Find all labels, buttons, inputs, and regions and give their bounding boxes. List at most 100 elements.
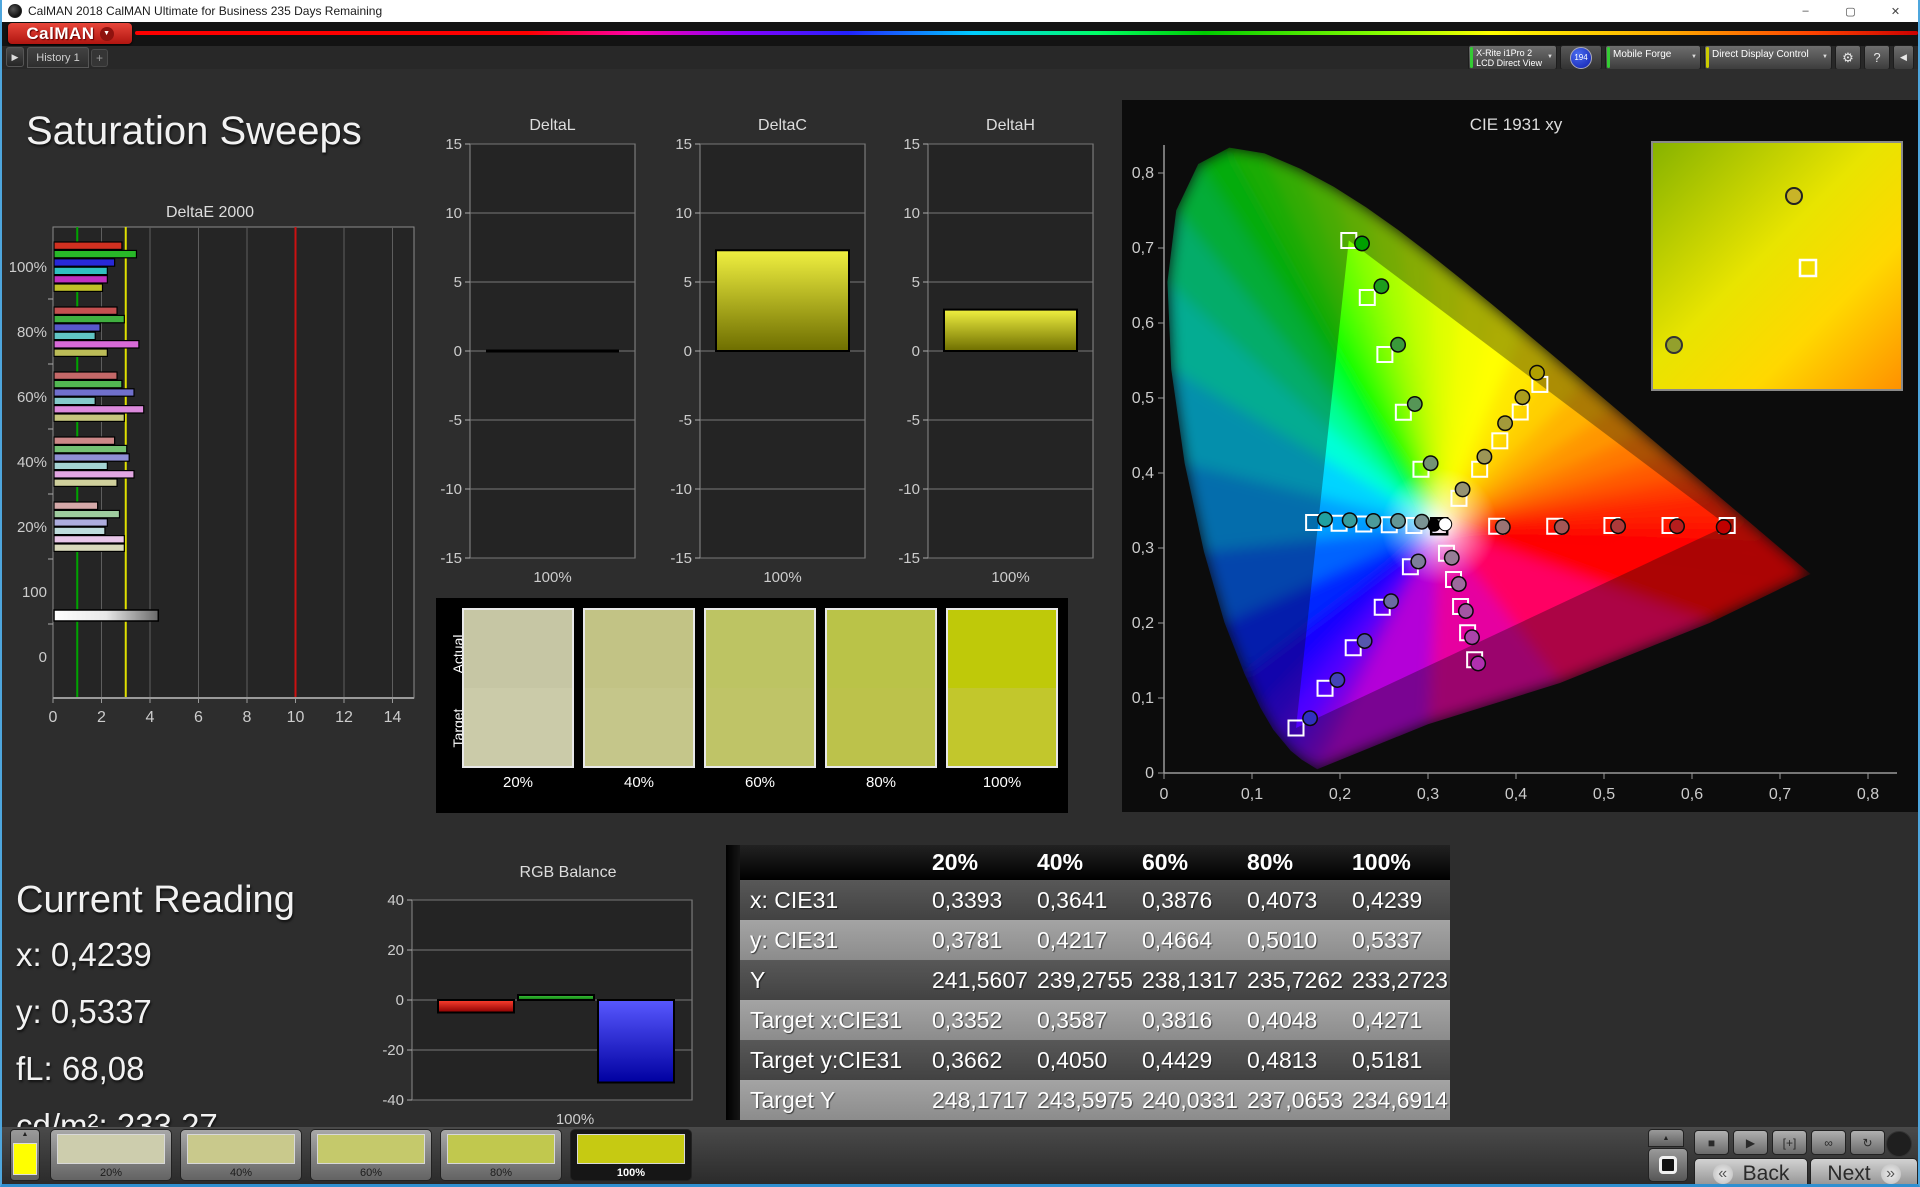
row-label: x: CIE31 — [750, 886, 839, 913]
table-value: 0,4813 — [1247, 1046, 1318, 1073]
collapse-panel-button[interactable]: ◀ — [1893, 45, 1914, 70]
palette-label: 40% — [229, 1167, 253, 1179]
help-button[interactable]: ? — [1864, 45, 1890, 70]
table-value: 235,7262 — [1247, 966, 1343, 993]
current-patch-widget[interactable]: ▲ — [10, 1129, 40, 1181]
svg-text:-20: -20 — [382, 1042, 404, 1059]
swatch-column-20%: 20% — [462, 608, 574, 791]
source-button[interactable]: Mobile Forge ▼ — [1605, 45, 1701, 70]
svg-text:100%: 100% — [991, 569, 1029, 586]
svg-text:15: 15 — [675, 136, 692, 153]
meter-button[interactable]: X-Rite i1Pro 2 LCD Direct View ▼ — [1468, 45, 1557, 70]
refresh-button[interactable]: ↻ — [1850, 1130, 1885, 1155]
table-value: 234,6914 — [1352, 1086, 1448, 1113]
swatch-label: 60% — [744, 774, 776, 791]
svg-text:0,1: 0,1 — [1132, 690, 1154, 707]
meter-line2: LCD Direct View — [1476, 57, 1542, 68]
svg-text:0,3: 0,3 — [1417, 786, 1439, 803]
minimize-button[interactable]: – — [1783, 0, 1828, 22]
measurement-table: 20% 40% 60% 80% 100% x: CIE31 0,3393 0,3641 0,38… — [726, 845, 1450, 1120]
loop-button[interactable]: ∞ — [1811, 1130, 1846, 1155]
palette-swatch — [187, 1134, 295, 1164]
svg-text:0: 0 — [1145, 765, 1154, 782]
svg-text:8: 8 — [243, 709, 252, 726]
actual-swatch — [706, 610, 814, 688]
tab-scroll-button[interactable]: ▶ — [6, 47, 24, 67]
swatch-column-100%: 100% — [946, 608, 1058, 791]
row-label: Y — [750, 966, 766, 993]
actual-swatch — [464, 610, 572, 688]
table-value: 0,5337 — [1352, 926, 1423, 953]
next-button[interactable]: Next » — [1810, 1158, 1918, 1184]
add-tab-button[interactable]: + — [91, 49, 108, 67]
stop-measure-button[interactable] — [1648, 1148, 1688, 1182]
settings-gear-icon[interactable]: ⚙ — [1835, 45, 1861, 70]
svg-text:0: 0 — [396, 992, 404, 1009]
svg-text:RGB Balance: RGB Balance — [520, 864, 617, 881]
table-row: x: CIE31 0,3393 0,3641 0,3876 0,4073 0,4239 — [726, 880, 1450, 920]
nav-expand-button[interactable]: ▲ — [1648, 1129, 1684, 1147]
row-label: Target Y — [750, 1086, 836, 1113]
row-label: y: CIE31 — [750, 926, 839, 953]
svg-text:0,4: 0,4 — [1132, 465, 1154, 482]
deltal-chart: DeltaL 15 10 5 0 -5 -10 -15 100% — [440, 117, 636, 586]
svg-text:-5: -5 — [449, 412, 462, 429]
swatch-label: 40% — [623, 774, 655, 791]
actual-target-swatch-panel: Actual Target 20% 40% 60% 80% 100% — [436, 598, 1068, 813]
rgb-balance-chart: RGB Balance 40 20 0 -20 -40 100% — [382, 864, 693, 1128]
current-patch-swatch — [13, 1143, 37, 1175]
table-value: 0,4239 — [1352, 886, 1423, 913]
play-button[interactable]: ▶ — [1733, 1130, 1768, 1155]
palette-button-80%[interactable]: 80% — [440, 1129, 562, 1181]
table-value: 0,4664 — [1142, 926, 1213, 953]
profile-badge: 194 — [1570, 46, 1592, 69]
palette-button-60%[interactable]: 60% — [310, 1129, 432, 1181]
table-value: 241,5607 — [932, 966, 1028, 993]
palette-label: 80% — [489, 1167, 513, 1179]
palette-button-20%[interactable]: 20% — [50, 1129, 172, 1181]
actual-swatch — [585, 610, 693, 688]
step-button[interactable]: [+] — [1772, 1130, 1807, 1155]
svg-text:20%: 20% — [17, 519, 47, 536]
swatch-label: 20% — [502, 774, 534, 791]
maximize-button[interactable]: ▢ — [1828, 0, 1873, 22]
svg-text:0,6: 0,6 — [1132, 315, 1154, 332]
table-value: 0,4048 — [1247, 1006, 1318, 1033]
display-control-button[interactable]: Direct Display Control ▼ — [1704, 45, 1832, 70]
close-button[interactable]: ✕ — [1873, 0, 1918, 22]
svg-text:0: 0 — [454, 343, 462, 360]
palette-button-40%[interactable]: 40% — [180, 1129, 302, 1181]
tab-history-1[interactable]: History 1 — [27, 47, 89, 68]
table-value: 0,4271 — [1352, 1006, 1423, 1033]
palette-swatch — [57, 1134, 165, 1164]
table-value: 0,4050 — [1037, 1046, 1108, 1073]
back-button[interactable]: « Back — [1694, 1158, 1808, 1185]
svg-text:CIE 1931 xy: CIE 1931 xy — [1470, 115, 1563, 134]
swatch-column-80%: 80% — [825, 608, 937, 791]
svg-text:5: 5 — [912, 274, 920, 291]
svg-text:5: 5 — [454, 274, 462, 291]
back-label: Back — [1742, 1161, 1790, 1185]
table-value: 0,5181 — [1352, 1046, 1423, 1073]
row-label: Target y:CIE31 — [750, 1046, 903, 1073]
current-reading-block: Current Reading x: 0,4239 y: 0,5337 fL: … — [16, 879, 295, 1164]
palette-button-100%[interactable]: 100% — [570, 1129, 692, 1181]
meter-accent — [1470, 47, 1474, 68]
svg-text:10: 10 — [675, 205, 692, 222]
expand-up-icon[interactable]: ▲ — [22, 1131, 29, 1143]
source-label: Mobile Forge — [1613, 49, 1672, 60]
svg-text:DeltaC: DeltaC — [758, 117, 807, 134]
svg-text:-15: -15 — [898, 550, 920, 567]
source-accent — [1607, 47, 1610, 68]
title-bar: CalMAN 2018 CalMAN Ultimate for Business… — [2, 0, 1918, 22]
table-row: Target y:CIE31 0,3662 0,4050 0,4429 0,4813 0,… — [726, 1040, 1450, 1080]
svg-text:0,7: 0,7 — [1769, 786, 1791, 803]
calman-logo-button[interactable]: CalMAN ▼ — [8, 23, 132, 44]
app-window: CalMAN 2018 CalMAN Ultimate for Business… — [0, 0, 1920, 1187]
table-value: 0,3352 — [932, 1006, 1003, 1033]
swatch-pair — [946, 608, 1058, 768]
svg-text:0: 0 — [912, 343, 920, 360]
meter-profile-chip[interactable]: 194 — [1560, 45, 1602, 70]
stop-button[interactable]: ■ — [1694, 1130, 1729, 1155]
svg-text:0,7: 0,7 — [1132, 240, 1154, 257]
